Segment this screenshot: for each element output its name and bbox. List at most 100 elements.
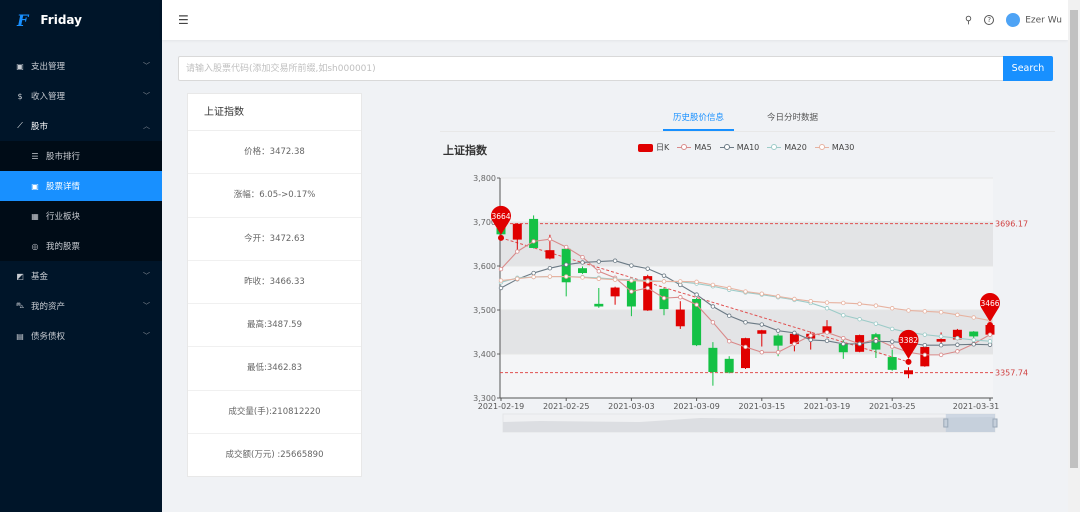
data-zoom-handle[interactable]: [993, 419, 997, 427]
ma-point: [874, 304, 878, 308]
ma-point: [890, 306, 894, 310]
legend-ma10[interactable]: MA10: [720, 143, 760, 152]
logo-icon: F: [17, 11, 28, 30]
ma-point: [613, 259, 617, 263]
sidebar-item-expense[interactable]: ▣支出管理﹀: [0, 51, 162, 81]
search-button[interactable]: Search: [1003, 56, 1053, 81]
ma-point: [825, 339, 829, 343]
ma-point: [695, 280, 699, 284]
sidebar-item-label: 股市: [31, 120, 48, 132]
sidebar-item-fund[interactable]: ◩基金﹀: [0, 261, 162, 291]
ma-point: [727, 286, 731, 290]
candlestick-chart: 3,3003,4003,5003,6003,7003,8002021-02-19…: [440, 165, 1060, 440]
data-zoom-handle[interactable]: [944, 419, 948, 427]
x-tick-label: 2021-02-19: [478, 402, 525, 411]
sidebar-item-debt[interactable]: ▤债务债权﹀: [0, 321, 162, 351]
logo[interactable]: FFriday: [0, 0, 162, 40]
candle-body: [774, 336, 783, 346]
menu-fold-icon[interactable]: ☰: [178, 13, 189, 27]
stock-submenu: ☰股市排行 ▣股票详情 ▦ 行业板块 ◎我的股票: [0, 141, 162, 261]
ma-point: [939, 310, 943, 314]
ma-point: [548, 275, 552, 279]
sidebar-item-income[interactable]: $收入管理﹀: [0, 81, 162, 111]
candle-body: [708, 348, 717, 372]
split-area: [500, 222, 993, 266]
legend-ma5[interactable]: MA5: [677, 143, 711, 152]
ma-point: [988, 343, 992, 347]
ma-point: [548, 237, 552, 241]
grid-icon: ▦: [30, 212, 40, 221]
legend-ma20[interactable]: MA20: [767, 143, 807, 152]
mark-point-dot: [498, 235, 504, 241]
ma-point: [646, 280, 650, 284]
mark-point-label: 3382: [899, 336, 918, 345]
ma-point: [711, 305, 715, 309]
ma-point: [548, 266, 552, 270]
legend-swatch: [720, 147, 734, 148]
ma-point: [842, 313, 846, 317]
data-zoom-window[interactable]: [946, 414, 995, 432]
x-tick-label: 2021-03-15: [739, 402, 786, 411]
document-icon: ▤: [15, 332, 25, 341]
tab-intraday[interactable]: 今日分时数据: [767, 111, 818, 129]
ma-point: [972, 343, 976, 347]
ma-point: [809, 299, 813, 303]
user-name: Ezer Wu: [1025, 16, 1062, 26]
change-row: 涨幅：6.05->0.17%: [188, 174, 361, 217]
candle-body: [594, 304, 603, 307]
sidebar-item-stock-ranking[interactable]: ☰股市排行: [0, 141, 162, 171]
mark-line-label: 3696.17: [995, 220, 1028, 229]
page-scrollbar[interactable]: [1068, 0, 1080, 512]
ma-point: [646, 267, 650, 271]
sidebar-item-assets[interactable]: ⛍我的资产﹀: [0, 291, 162, 321]
ma-point: [744, 321, 748, 325]
ma-point: [581, 276, 585, 280]
legend-label: 日K: [656, 142, 669, 153]
ma-point: [988, 339, 992, 343]
ma-point: [793, 331, 797, 335]
chevron-up-icon: ︿: [143, 121, 150, 131]
ma-point: [760, 292, 764, 296]
sidebar-item-industry[interactable]: ▦ 行业板块: [0, 201, 162, 231]
candle-body: [676, 310, 685, 327]
legend-dayk[interactable]: 日K: [638, 142, 669, 153]
sidebar-item-label: 基金: [31, 270, 48, 282]
ma-point: [630, 290, 634, 294]
y-tick-label: 3,500: [473, 306, 496, 315]
x-tick-label: 2021-02-25: [543, 402, 590, 411]
help-icon[interactable]: ?: [984, 15, 994, 25]
chart-tabs: 历史股价信息 今日分时数据: [440, 108, 1055, 132]
mark-point-dot: [987, 322, 993, 328]
ma-point: [939, 335, 943, 339]
candle-body: [904, 370, 913, 374]
sidebar-item-my-stocks[interactable]: ◎我的股票: [0, 231, 162, 261]
sidebar-item-stock[interactable]: ⟋股市︿: [0, 111, 162, 141]
tab-history[interactable]: 历史股价信息: [663, 111, 734, 131]
search-icon[interactable]: ⚲: [965, 15, 972, 26]
chevron-down-icon: ﹀: [143, 91, 150, 101]
list-icon: ☰: [30, 152, 40, 161]
ma-point: [613, 278, 617, 282]
ma-point: [679, 295, 683, 299]
ma-point: [581, 261, 585, 265]
sidebar-item-label: 我的股票: [46, 240, 80, 252]
ma-point: [809, 338, 813, 342]
scrollbar-thumb[interactable]: [1070, 10, 1078, 468]
ma-point: [564, 245, 568, 249]
legend-label: MA20: [784, 143, 807, 152]
ma-point: [727, 339, 731, 343]
sidebar-item-stock-detail[interactable]: ▣股票详情: [0, 171, 162, 201]
ma-point: [842, 342, 846, 346]
y-tick-label: 3,400: [473, 350, 496, 359]
ma-point: [499, 279, 503, 283]
stock-code-input[interactable]: [178, 56, 1004, 81]
sidebar-item-label: 行业板块: [46, 210, 80, 222]
ma-point: [532, 275, 536, 279]
chevron-down-icon: ﹀: [143, 271, 150, 281]
legend-ma30[interactable]: MA30: [815, 143, 855, 152]
prev-close-row: 昨收：3466.33: [188, 261, 361, 304]
user-menu[interactable]: Ezer Wu: [1006, 13, 1062, 27]
ma-point: [695, 293, 699, 297]
candle-body: [725, 359, 734, 373]
ma-point: [711, 283, 715, 287]
